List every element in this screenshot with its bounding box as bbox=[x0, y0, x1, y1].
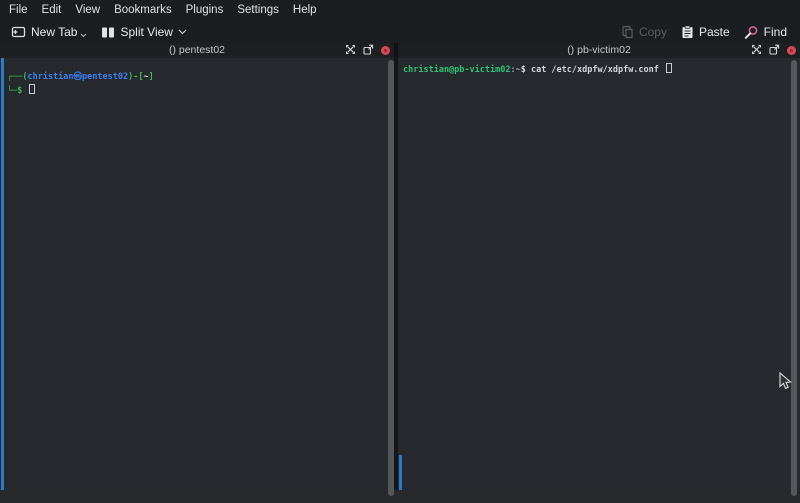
new-tab-label: New Tab bbox=[31, 25, 77, 39]
pane-controls bbox=[345, 43, 390, 58]
pane-title: () pentest02 bbox=[169, 43, 225, 58]
maximize-terminal-icon[interactable] bbox=[751, 42, 762, 60]
paste-button[interactable]: Paste bbox=[674, 21, 737, 43]
toolbar-left-group: New Tab Split View bbox=[4, 21, 194, 43]
menu-plugins[interactable]: Plugins bbox=[179, 0, 231, 21]
detach-terminal-icon[interactable] bbox=[769, 42, 780, 60]
terminal-content: ┌──(christian㉿pentest02)-[~] └─$ bbox=[0, 58, 394, 98]
paste-icon bbox=[681, 25, 694, 39]
copy-label: Copy bbox=[639, 25, 667, 39]
terminal-pb-victim02[interactable]: christian@pb-victim02:~$ cat /etc/xdpfw/… bbox=[398, 58, 800, 490]
split-view-button[interactable]: Split View bbox=[94, 21, 193, 43]
menu-settings[interactable]: Settings bbox=[230, 0, 286, 21]
konsole-window: File Edit View Bookmarks Plugins Setting… bbox=[0, 0, 800, 503]
toolbar: New Tab Split View bbox=[0, 21, 800, 43]
prompt-frame: ┌──( bbox=[7, 72, 27, 82]
find-button[interactable]: Find bbox=[737, 21, 794, 43]
prompt-space bbox=[22, 86, 27, 96]
split-view-icon bbox=[101, 26, 115, 39]
prompt-dollar: └─$ bbox=[7, 86, 22, 96]
prompt-user-host: christian@pb-victim02 bbox=[403, 65, 510, 75]
close-terminal-button[interactable] bbox=[381, 46, 390, 55]
terminal-content: christian@pb-victim02:~$ cat /etc/xdpfw/… bbox=[398, 58, 800, 77]
terminal-cursor bbox=[666, 63, 672, 73]
close-terminal-button[interactable] bbox=[787, 46, 796, 55]
menu-edit[interactable]: Edit bbox=[35, 0, 69, 21]
menu-bookmarks[interactable]: Bookmarks bbox=[107, 0, 179, 21]
scrollbar-right-terminal[interactable] bbox=[791, 60, 797, 496]
copy-icon bbox=[621, 25, 634, 39]
new-tab-dropdown-icon[interactable] bbox=[80, 33, 87, 38]
new-tab-button[interactable]: New Tab bbox=[4, 21, 94, 43]
menu-help[interactable]: Help bbox=[286, 0, 324, 21]
find-icon bbox=[744, 25, 759, 40]
pane-header-pentest02: () pentest02 bbox=[0, 43, 394, 58]
scroll-highlight-marker bbox=[399, 455, 402, 490]
menu-view[interactable]: View bbox=[68, 0, 107, 21]
split-header-row: () pentest02 () pb-victim02 bbox=[0, 43, 800, 58]
scroll-highlight-marker bbox=[1, 58, 4, 490]
prompt-frame: ] bbox=[149, 72, 154, 82]
menu-file[interactable]: File bbox=[2, 0, 35, 21]
detach-terminal-icon[interactable] bbox=[363, 42, 374, 60]
prompt-frame: )-[ bbox=[128, 72, 143, 82]
copy-button[interactable]: Copy bbox=[614, 21, 674, 43]
paste-label: Paste bbox=[699, 25, 730, 39]
toolbar-right-group: Copy Paste bbox=[614, 21, 794, 43]
maximize-terminal-icon[interactable] bbox=[345, 42, 356, 60]
menu-bar: File Edit View Bookmarks Plugins Setting… bbox=[0, 0, 800, 21]
pane-controls bbox=[751, 43, 796, 58]
terminal-pentest02[interactable]: ┌──(christian㉿pentest02)-[~] └─$ bbox=[0, 58, 394, 490]
split-view-dropdown-icon[interactable] bbox=[178, 29, 187, 35]
pane-header-pb-victim02: () pb-victim02 bbox=[398, 43, 800, 58]
window-bottom-strip bbox=[0, 490, 800, 503]
prompt-user-host: christian㉿pentest02 bbox=[27, 72, 128, 82]
terminal-cursor bbox=[29, 84, 35, 94]
find-label: Find bbox=[764, 25, 787, 39]
command-text: cat /etc/xdpfw/xdpfw.conf bbox=[526, 65, 664, 75]
scrollbar-left-terminal[interactable] bbox=[388, 60, 394, 496]
mouse-cursor bbox=[779, 372, 792, 395]
pane-title: () pb-victim02 bbox=[567, 43, 631, 58]
new-tab-icon bbox=[11, 25, 26, 39]
split-view-label: Split View bbox=[120, 25, 172, 39]
